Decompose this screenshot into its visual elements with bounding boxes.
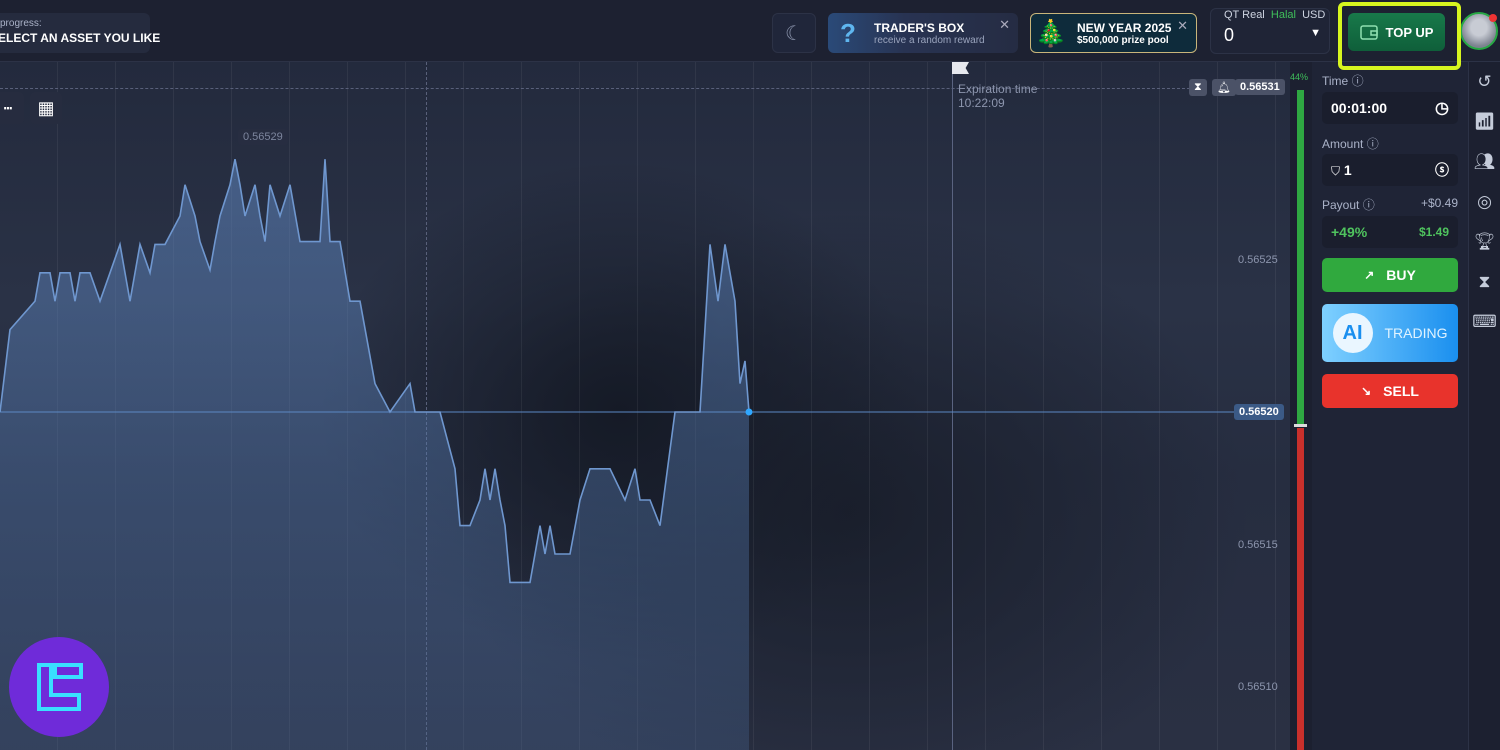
payout-profit: +$0.49: [1420, 196, 1458, 210]
sell-sentiment-bar: [1297, 428, 1304, 750]
progress-widget[interactable]: progress: ELECT AN ASSET YOU LIKE: [0, 13, 161, 53]
ai-trading-button[interactable]: AI TRADING: [1322, 304, 1458, 362]
signals-icon[interactable]: 📶︎: [1469, 102, 1500, 142]
payout-box: +49% $1.49: [1322, 216, 1458, 248]
account-balance: 0: [1224, 25, 1235, 45]
right-sidebar: ↺ 📶︎ 👥︎ ◎ 🏆︎ ⧗ ⌨: [1468, 62, 1500, 750]
help-icon[interactable]: ⓘ: [1352, 74, 1364, 88]
buy-label: BUY: [1386, 267, 1416, 283]
hourglass-icon: ⧗: [1194, 81, 1202, 93]
buy-sentiment-percent: 44%: [1290, 72, 1309, 82]
progress-label: progress:: [0, 18, 42, 29]
time-label: Time: [1322, 74, 1349, 88]
theme-toggle-button[interactable]: ☾: [772, 13, 816, 53]
price-line-plot: [0, 159, 1234, 750]
arrow-down-right-icon: ↘: [1361, 384, 1372, 398]
new-year-banner[interactable]: 🎄 NEW YEAR 2025 $500,000 prize pool ✕: [1030, 13, 1197, 53]
target-icon[interactable]: ◎: [1469, 182, 1500, 222]
ai-label: AI: [1332, 313, 1373, 353]
traders-box-title: TRADER'S BOX: [874, 20, 965, 35]
buy-sentiment-bar: [1297, 90, 1304, 425]
alert-button[interactable]: 🔔︎: [1212, 79, 1236, 96]
new-year-title: NEW YEAR 2025: [1077, 20, 1172, 35]
chevron-down-icon: ▼: [1310, 27, 1321, 39]
hourglass-icon[interactable]: ⧗: [1469, 262, 1500, 302]
current-price-dot: [745, 408, 753, 416]
y-tick: 0.56510: [1238, 681, 1278, 693]
high-price-label: 0.56529: [238, 129, 288, 145]
ai-trading-label: TRADING: [1384, 325, 1448, 341]
sell-button[interactable]: ↘ SELL: [1322, 374, 1458, 408]
keyboard-icon[interactable]: ⌨: [1469, 302, 1500, 342]
arrow-up-right-icon: ↗: [1364, 268, 1375, 282]
y-tick: 0.56525: [1238, 254, 1278, 266]
close-icon[interactable]: ✕: [1177, 18, 1188, 34]
history-icon[interactable]: ↺: [1469, 62, 1500, 102]
trophy-icon[interactable]: 🏆︎: [1469, 222, 1500, 262]
avatar[interactable]: [1460, 12, 1498, 50]
account-selector[interactable]: QT Real Halal USD 0 ▼: [1210, 8, 1330, 54]
notification-dot: [1489, 14, 1497, 22]
price-area: [0, 159, 749, 750]
help-icon[interactable]: ⓘ: [1363, 198, 1375, 212]
alert-price-tag: 0.56531: [1235, 79, 1285, 95]
logo-icon: [37, 663, 83, 711]
amount-label: Amount: [1322, 137, 1364, 151]
trade-panel: Time ⓘ 00:01:00 ◷ Amount ⓘ ⛉ 1 ⓢ Payout ⓘ +…: [1312, 62, 1468, 750]
new-year-subtitle: $500,000 prize pool: [1077, 34, 1169, 46]
time-input[interactable]: 00:01:00 ◷: [1322, 92, 1458, 124]
close-icon[interactable]: ✕: [999, 17, 1010, 33]
account-tag: Halal: [1270, 9, 1296, 21]
progress-task: ELECT AN ASSET YOU LIKE: [0, 31, 161, 45]
top-bar: progress: ELECT AN ASSET YOU LIKE ☾ ? TR…: [0, 0, 1500, 70]
amount-value: 1: [1343, 161, 1352, 178]
moon-icon: ☾: [785, 22, 803, 45]
question-box-icon: ?: [840, 17, 856, 48]
account-currency: USD: [1302, 9, 1326, 21]
watermark-logo: [9, 637, 109, 737]
traders-box-banner[interactable]: ? TRADER'S BOX receive a random reward ✕: [828, 13, 1018, 53]
social-trading-icon[interactable]: 👥︎: [1469, 142, 1500, 182]
christmas-tree-icon: 🎄: [1034, 17, 1068, 48]
payout-total: $1.49: [1418, 225, 1449, 239]
dollar-icon[interactable]: ⓢ: [1435, 160, 1449, 180]
current-price-tag: 0.56520: [1234, 404, 1284, 420]
traders-box-subtitle: receive a random reward: [874, 34, 985, 46]
shield-icon: ⛉: [1331, 163, 1341, 178]
sentiment-divider: [1294, 424, 1307, 427]
buy-button[interactable]: ↗ BUY: [1322, 258, 1458, 292]
price-chart[interactable]: Expiration time 10:22:09 ┅ ▦ 0.56529 ⧗ 🔔︎…: [0, 62, 1290, 750]
help-icon[interactable]: ⓘ: [1367, 137, 1379, 151]
y-tick: 0.56515: [1238, 539, 1278, 551]
amount-input[interactable]: ⛉ 1 ⓢ: [1322, 154, 1458, 186]
time-value: 00:01:00: [1331, 100, 1388, 116]
timer-button[interactable]: ⧗: [1189, 79, 1207, 96]
payout-label: Payout: [1322, 198, 1360, 212]
bell-icon: 🔔︎: [1217, 82, 1231, 94]
sell-label: SELL: [1383, 383, 1419, 399]
account-type: QT Real: [1224, 9, 1265, 21]
highlight-box: [1338, 2, 1461, 70]
clock-icon[interactable]: ◷: [1435, 98, 1449, 118]
payout-percent: +49%: [1331, 224, 1368, 240]
